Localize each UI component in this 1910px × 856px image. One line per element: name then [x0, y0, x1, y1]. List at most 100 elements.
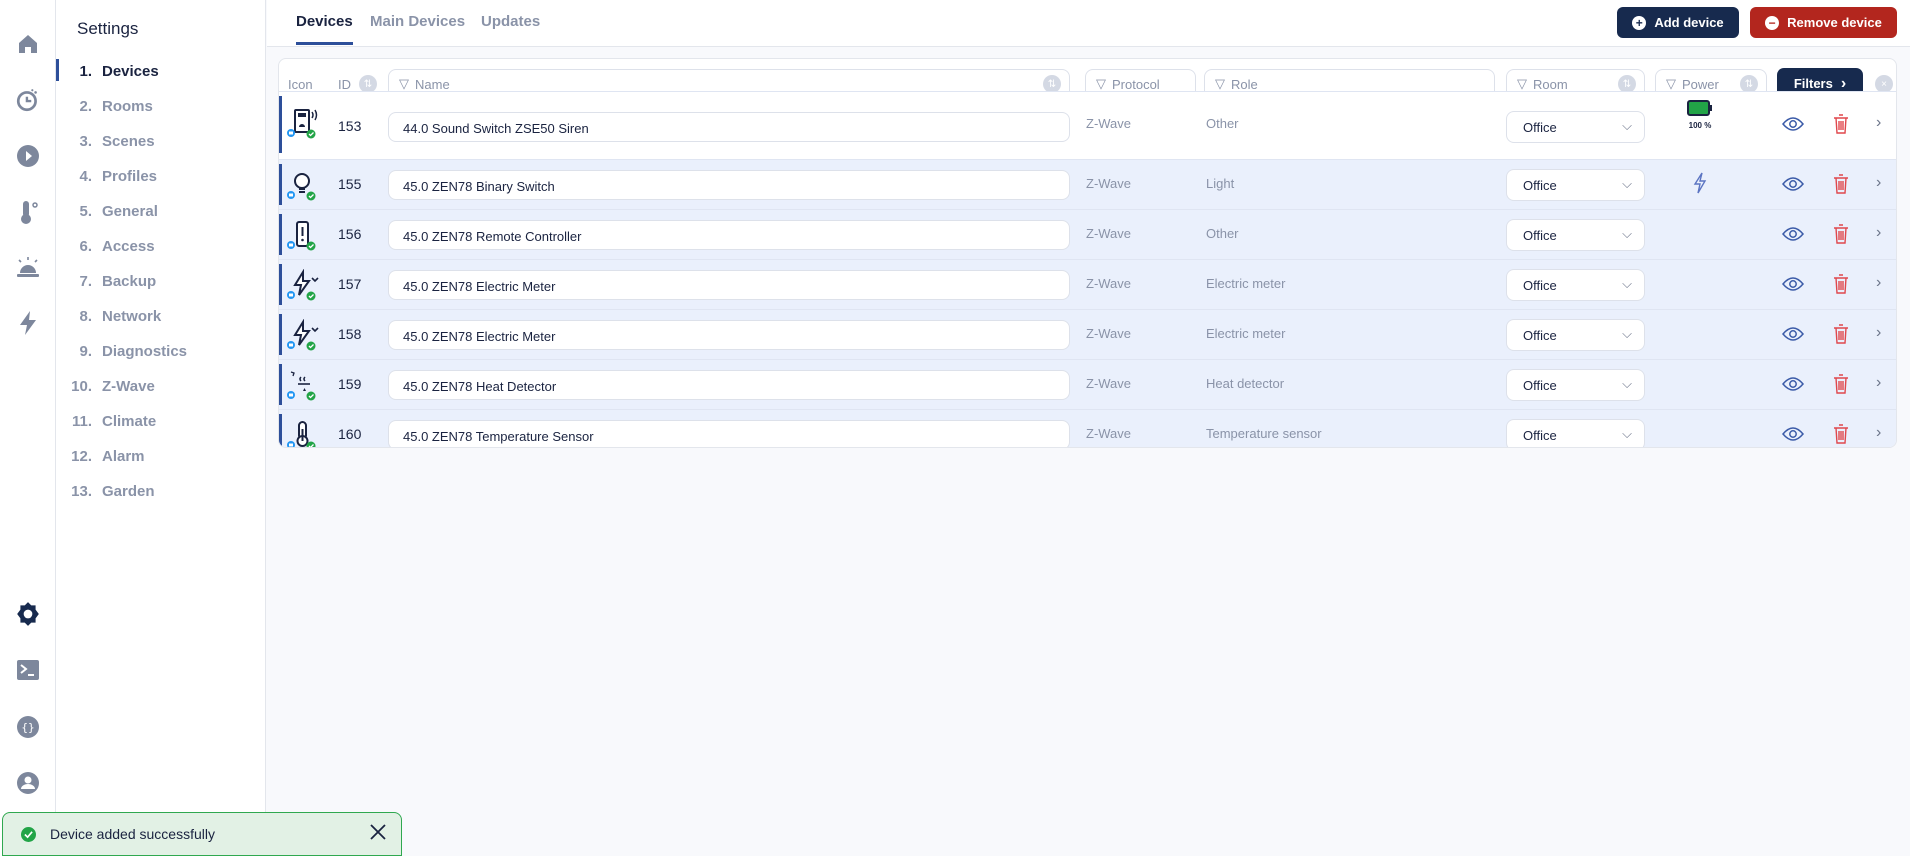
chevron-right-icon[interactable]: ›: [1876, 424, 1881, 442]
api-icon[interactable]: {}: [14, 713, 42, 741]
settings-nav-item-garden[interactable]: 13. Garden: [56, 474, 265, 509]
view-icon[interactable]: [1782, 226, 1804, 247]
power-placeholder: Power: [1682, 76, 1719, 92]
room-select[interactable]: Office ⌵: [1506, 319, 1645, 351]
delete-icon[interactable]: [1833, 324, 1849, 349]
nav-item-number: 13.: [71, 483, 92, 500]
table-row[interactable]: 157 45.0 ZEN78 Electric Meter Z-Wave Ele…: [279, 259, 1896, 309]
room-select[interactable]: Office ⌵: [1506, 369, 1645, 401]
view-icon[interactable]: [1782, 376, 1804, 397]
delete-icon[interactable]: [1833, 424, 1849, 447]
device-protocol: Z-Wave: [1086, 376, 1132, 391]
settings-nav-item-access[interactable]: 6. Access: [56, 229, 265, 264]
support-icon[interactable]: [14, 769, 42, 797]
device-id: 155: [338, 176, 362, 192]
device-role: Electric meter: [1206, 326, 1286, 341]
nav-item-label: Z-Wave: [102, 378, 155, 395]
tab-updates[interactable]: Updates: [481, 13, 540, 42]
delete-icon[interactable]: [1833, 114, 1849, 139]
nav-item-label: Network: [102, 308, 162, 325]
table-row[interactable]: 160 45.0 ZEN78 Temperature Sensor Z-Wave…: [279, 409, 1896, 447]
history-icon[interactable]: [14, 86, 42, 114]
delete-icon[interactable]: [1833, 374, 1849, 399]
settings-nav-item-diagnostics[interactable]: 9. Diagnostics: [56, 334, 265, 369]
tab-devices[interactable]: Devices: [296, 13, 353, 45]
terminal-icon[interactable]: [14, 656, 42, 684]
chevron-right-icon[interactable]: ›: [1876, 224, 1881, 242]
room-select[interactable]: Office ⌵: [1506, 111, 1645, 143]
role-placeholder: Role: [1231, 76, 1258, 92]
chevron-right-icon[interactable]: ›: [1876, 274, 1881, 292]
room-value: Office: [1523, 378, 1557, 393]
device-protocol: Z-Wave: [1086, 176, 1132, 191]
nav-item-label: General: [102, 203, 158, 220]
settings-nav-item-general[interactable]: 5. General: [56, 194, 265, 229]
delete-icon[interactable]: [1833, 174, 1849, 199]
nav-item-label: Diagnostics: [102, 343, 188, 360]
lightning-icon[interactable]: [14, 309, 42, 337]
settings-nav-item-rooms[interactable]: 2. Rooms: [56, 89, 265, 124]
device-protocol: Z-Wave: [1086, 426, 1132, 441]
settings-nav-item-alarm[interactable]: 12. Alarm: [56, 439, 265, 474]
nav-item-label: Scenes: [102, 133, 155, 150]
success-toast: Device added successfully: [2, 812, 402, 856]
device-name-input[interactable]: 44.0 Sound Switch ZSE50 Siren: [388, 112, 1070, 142]
settings-icon[interactable]: [14, 600, 42, 628]
device-name-input[interactable]: 45.0 ZEN78 Remote Controller: [388, 220, 1070, 250]
device-role: Other: [1206, 226, 1239, 241]
settings-nav-item-profiles[interactable]: 4. Profiles: [56, 159, 265, 194]
room-select[interactable]: Office ⌵: [1506, 169, 1645, 201]
add-device-button[interactable]: + Add device: [1617, 7, 1739, 38]
chevron-right-icon[interactable]: ›: [1876, 324, 1881, 342]
device-name-input[interactable]: 45.0 ZEN78 Electric Meter: [388, 270, 1070, 300]
chevron-right-icon[interactable]: ›: [1876, 374, 1881, 392]
device-name-input[interactable]: 45.0 ZEN78 Binary Switch: [388, 170, 1070, 200]
filter-icon: ▽: [399, 76, 409, 91]
table-row[interactable]: 156 45.0 ZEN78 Remote Controller Z-Wave …: [279, 209, 1896, 259]
settings-nav-item-z-wave[interactable]: 10. Z-Wave: [56, 369, 265, 404]
settings-nav-item-climate[interactable]: 11. Climate: [56, 404, 265, 439]
device-bulb-icon: [287, 169, 319, 201]
name-placeholder: Name: [415, 76, 450, 92]
chevron-right-icon: ›: [1840, 74, 1847, 92]
close-icon[interactable]: [369, 823, 387, 844]
view-icon[interactable]: [1782, 326, 1804, 347]
top-bar: Devices Main Devices Updates + Add device…: [267, 0, 1910, 47]
device-name-input[interactable]: 45.0 ZEN78 Electric Meter: [388, 320, 1070, 350]
home-icon[interactable]: [14, 30, 42, 58]
play-icon[interactable]: [14, 142, 42, 170]
nav-item-label: Rooms: [102, 98, 153, 115]
view-icon[interactable]: [1782, 116, 1804, 137]
delete-icon[interactable]: [1833, 274, 1849, 299]
room-select[interactable]: Office ⌵: [1506, 419, 1645, 447]
device-role: Heat detector: [1206, 376, 1285, 391]
alarm-icon[interactable]: [14, 253, 42, 281]
settings-nav-item-network[interactable]: 8. Network: [56, 299, 265, 334]
chevron-right-icon[interactable]: ›: [1876, 114, 1881, 132]
remove-device-button[interactable]: − Remove device: [1750, 7, 1897, 38]
nav-item-label: Backup: [102, 273, 157, 290]
chevron-right-icon[interactable]: ›: [1876, 174, 1881, 192]
nav-item-label: Climate: [102, 413, 157, 430]
table-row[interactable]: 153 44.0 Sound Switch ZSE50 Siren Z-Wave…: [279, 91, 1896, 157]
chevron-down-icon: ⌵: [1622, 276, 1632, 291]
device-name-input[interactable]: 45.0 ZEN78 Heat Detector: [388, 370, 1070, 400]
room-select[interactable]: Office ⌵: [1506, 269, 1645, 301]
table-row[interactable]: 158 45.0 ZEN78 Electric Meter Z-Wave Ele…: [279, 309, 1896, 359]
table-row[interactable]: 155 45.0 ZEN78 Binary Switch Z-Wave Ligh…: [279, 159, 1896, 209]
table-row[interactable]: 159 45.0 ZEN78 Heat Detector Z-Wave Heat…: [279, 359, 1896, 409]
chevron-down-icon: ⌵: [1622, 376, 1632, 391]
tab-main-devices[interactable]: Main Devices: [370, 13, 465, 42]
device-name-input[interactable]: 45.0 ZEN78 Temperature Sensor: [388, 420, 1070, 447]
view-icon[interactable]: [1782, 276, 1804, 297]
thermometer-icon[interactable]: [14, 198, 42, 226]
nav-item-number: 8.: [79, 308, 92, 325]
room-select[interactable]: Office ⌵: [1506, 219, 1645, 251]
nav-item-number: 1.: [79, 63, 92, 80]
settings-nav-item-scenes[interactable]: 3. Scenes: [56, 124, 265, 159]
view-icon[interactable]: [1782, 176, 1804, 197]
delete-icon[interactable]: [1833, 224, 1849, 249]
settings-nav-item-backup[interactable]: 7. Backup: [56, 264, 265, 299]
view-icon[interactable]: [1782, 426, 1804, 447]
settings-nav-item-devices[interactable]: 1. Devices: [56, 54, 265, 89]
